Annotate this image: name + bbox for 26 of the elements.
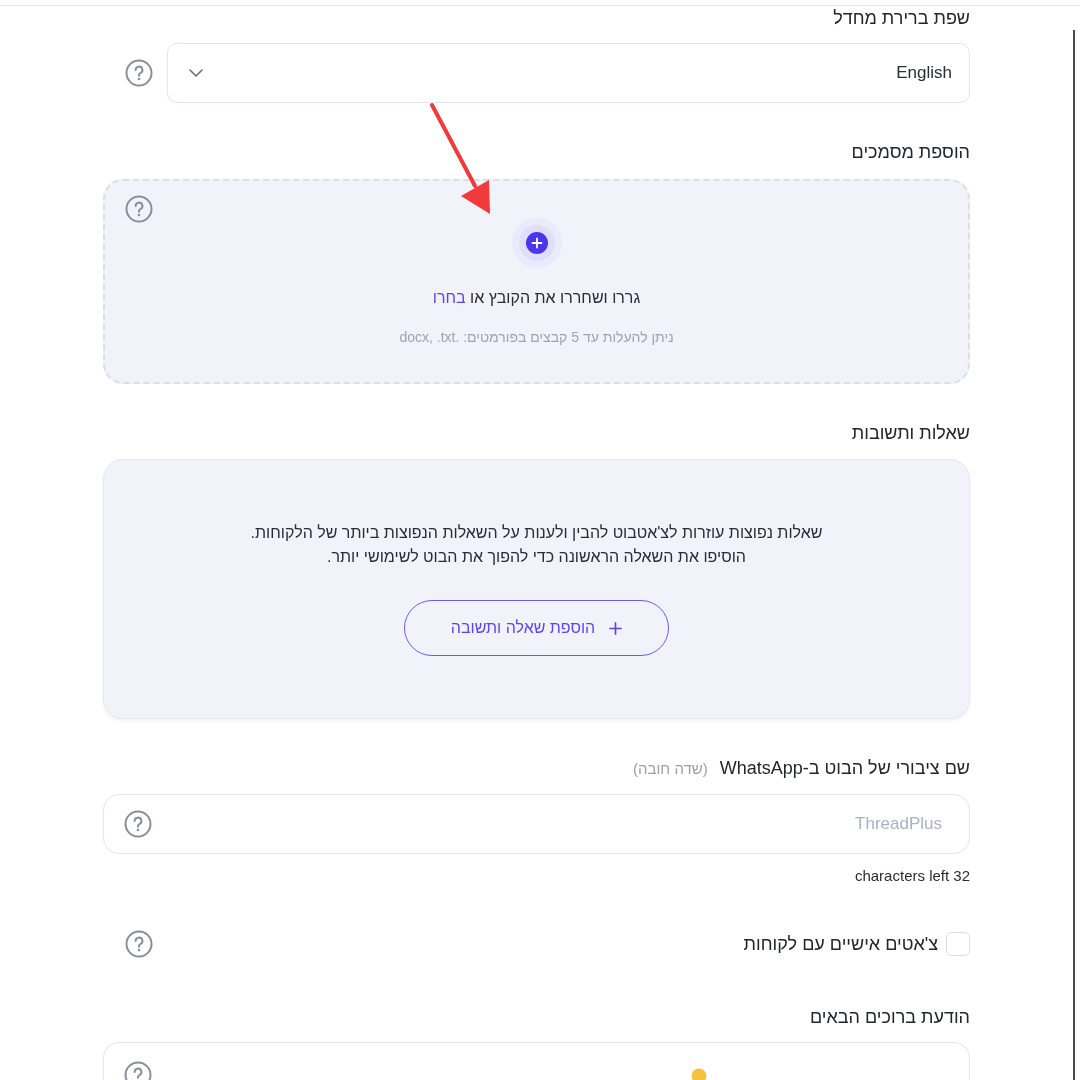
required-note: (שדה חובה) [632, 759, 708, 777]
help-icon[interactable] [125, 59, 153, 87]
choose-file-link[interactable]: בחרו [432, 289, 466, 306]
checkbox-label[interactable]: צ'אטים אישיים עם לקוחות [743, 932, 938, 956]
help-icon[interactable] [125, 930, 153, 958]
upload-hint: ניתן להעלות עד 5 קבצים בפורמטים: .docx, .txt [399, 328, 674, 347]
emoji-icon [691, 1068, 707, 1080]
field-label: שאלות ותשובות [850, 422, 970, 445]
faq-description: שאלות נפוצות עוזרות לצ'אטבוט להבין ולענות על השאלות הנפוצות ביותר של הלקוחות. הוסיפו את השאלה הראשונה כדי להפוך את הבוט לשימושי יותר. [250, 523, 823, 567]
welcome-message-field[interactable] [103, 1042, 970, 1080]
upload-instructions: גררו ושחררו את הקובץ או בחרו [432, 288, 641, 308]
checkbox[interactable] [946, 932, 970, 956]
language-select[interactable]: English [167, 43, 970, 103]
field-label: הודעת ברוכים הבאים [809, 1006, 970, 1029]
bot-name-field[interactable]: ThreadPlus [103, 794, 970, 854]
chevron-down-icon [189, 69, 203, 77]
file-drop-zone[interactable]: גררו ושחררו את הקובץ או בחרו ניתן להעלות עד 5 קבצים בפורמטים: .docx, .txt [103, 179, 970, 384]
plus-icon [609, 621, 623, 635]
help-icon[interactable] [125, 195, 153, 223]
help-icon[interactable] [124, 810, 152, 838]
character-counter: characters left 32 [853, 866, 970, 886]
help-icon[interactable] [124, 1061, 152, 1080]
field-label: שפת ברירת מחדל [832, 7, 970, 30]
field-label: שם ציבורי של הבוט ב-WhatsApp [719, 757, 970, 780]
field-label: הוספת מסמכים [850, 141, 970, 164]
plus-circle-icon[interactable] [511, 218, 562, 268]
